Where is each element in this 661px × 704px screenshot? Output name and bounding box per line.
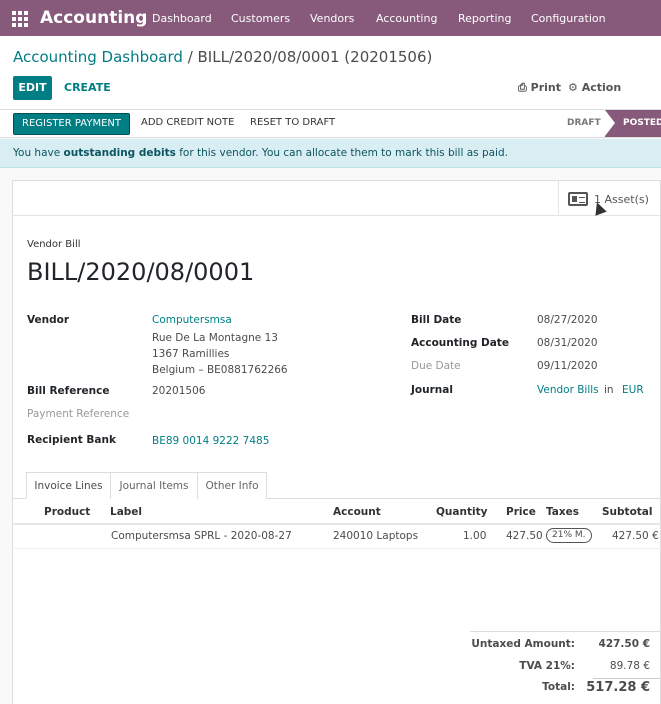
untaxed-amount-value: 427.50 €: [598, 638, 650, 650]
breadcrumb-current: BILL/2020/08/0001 (20201506): [197, 48, 433, 66]
tva-value: 89.78 €: [609, 660, 650, 672]
id-card-icon: [568, 192, 588, 206]
menu-accounting[interactable]: Accounting: [376, 12, 437, 25]
bill-type-label: Vendor Bill: [27, 239, 81, 250]
menu-vendors[interactable]: Vendors: [310, 12, 354, 25]
bill-number: BILL/2020/08/0001: [27, 258, 255, 286]
alert-bold[interactable]: outstanding debits: [64, 147, 176, 159]
total-label: Total:: [542, 681, 575, 693]
print-icon: ⎙: [518, 81, 527, 94]
alert-prefix: You have: [13, 147, 64, 159]
cell-label: Computersmsa SPRL - 2020-08-27: [111, 530, 292, 542]
tva-label: TVA 21%:: [519, 660, 575, 672]
stage-draft[interactable]: DRAFT: [567, 118, 601, 128]
action-button[interactable]: ⚙ Action: [568, 81, 621, 94]
app-brand[interactable]: Accounting: [40, 8, 147, 28]
table-header-divider: [12, 523, 661, 525]
statusbar: REGISTER PAYMENT ADD CREDIT NOTE RESET T…: [0, 110, 661, 138]
journal-link[interactable]: Vendor Bills: [537, 384, 599, 396]
apps-menu-icon[interactable]: [12, 11, 28, 27]
vendor-label: Vendor: [27, 314, 70, 326]
add-credit-note-button[interactable]: ADD CREDIT NOTE: [141, 117, 234, 128]
column-account[interactable]: Account: [333, 506, 381, 518]
column-product[interactable]: Product: [44, 506, 90, 518]
bill-reference-label: Bill Reference: [27, 385, 110, 397]
vendor-address-line2: 1367 Ramillies: [152, 348, 230, 360]
bill-reference-value: 20201506: [152, 385, 206, 397]
menu-customers[interactable]: Customers: [231, 12, 290, 25]
due-date-label: Due Date: [411, 360, 461, 372]
reset-to-draft-button[interactable]: RESET TO DRAFT: [250, 117, 335, 128]
total-separator: [593, 678, 660, 679]
create-button[interactable]: CREATE: [64, 81, 111, 94]
column-subtotal[interactable]: Subtotal: [602, 506, 653, 518]
vendor-address-line1: Rue De La Montagne 13: [152, 332, 278, 344]
tab-journal-items[interactable]: Journal Items: [111, 472, 198, 499]
column-quantity[interactable]: Quantity: [436, 506, 487, 518]
stage-posted: POSTED: [605, 110, 661, 137]
recipient-bank-label: Recipient Bank: [27, 434, 116, 446]
alert-suffix: for this vendor. You can allocate them t…: [175, 147, 508, 159]
outstanding-debits-alert: You have outstanding debits for this ven…: [0, 139, 661, 168]
menu-reporting[interactable]: Reporting: [458, 12, 511, 25]
print-button[interactable]: ⎙ Print: [518, 81, 561, 95]
menu-dashboard[interactable]: Dashboard: [152, 12, 212, 25]
button-box: 1 Asset(s): [13, 181, 660, 216]
column-price[interactable]: Price: [506, 506, 536, 518]
breadcrumb: Accounting Dashboard / BILL/2020/08/0001…: [13, 48, 432, 66]
assets-smart-button[interactable]: 1 Asset(s): [558, 181, 660, 216]
cell-account: 240010 Laptops: [333, 530, 419, 542]
cell-price: 427.50: [506, 530, 543, 542]
accounting-date-value: 08/31/2020: [537, 337, 598, 349]
row-divider: [12, 548, 661, 549]
accounting-date-label: Accounting Date: [411, 337, 509, 349]
gear-icon: ⚙: [568, 81, 578, 94]
journal-in-text: in: [604, 384, 614, 396]
tab-other-info[interactable]: Other Info: [198, 472, 267, 499]
payment-reference-label: Payment Reference: [27, 408, 130, 420]
bill-date-label: Bill Date: [411, 314, 462, 326]
action-label: Action: [581, 81, 622, 94]
column-label[interactable]: Label: [110, 506, 142, 518]
journal-label: Journal: [411, 384, 453, 396]
cell-subtotal: 427.50 €: [612, 530, 659, 542]
tab-invoice-lines[interactable]: Invoice Lines: [26, 472, 111, 499]
bill-date-value: 08/27/2020: [537, 314, 598, 326]
top-navbar: Accounting Dashboard Customers Vendors A…: [0, 0, 661, 36]
column-taxes[interactable]: Taxes: [546, 506, 579, 518]
vendor-link[interactable]: Computersmsa: [152, 314, 232, 326]
recipient-bank-link[interactable]: BE89 0014 9222 7485: [152, 435, 269, 447]
totals-divider: [470, 631, 660, 632]
menu-configuration[interactable]: Configuration: [531, 12, 606, 25]
currency-link[interactable]: EUR: [622, 384, 644, 396]
untaxed-amount-label: Untaxed Amount:: [471, 638, 575, 650]
breadcrumb-parent[interactable]: Accounting Dashboard: [13, 48, 183, 66]
control-panel: Accounting Dashboard / BILL/2020/08/0001…: [0, 36, 661, 110]
print-label: Print: [530, 81, 562, 94]
register-payment-button[interactable]: REGISTER PAYMENT: [13, 113, 130, 135]
total-value: 517.28 €: [586, 680, 650, 695]
breadcrumb-separator: /: [182, 48, 198, 66]
tax-badge: 21% M.: [546, 528, 592, 543]
cell-quantity: 1.00: [463, 530, 487, 542]
vendor-address-line3: Belgium – BE0881762266: [152, 364, 288, 376]
due-date-value: 09/11/2020: [537, 360, 598, 372]
edit-button[interactable]: EDIT: [13, 76, 52, 100]
